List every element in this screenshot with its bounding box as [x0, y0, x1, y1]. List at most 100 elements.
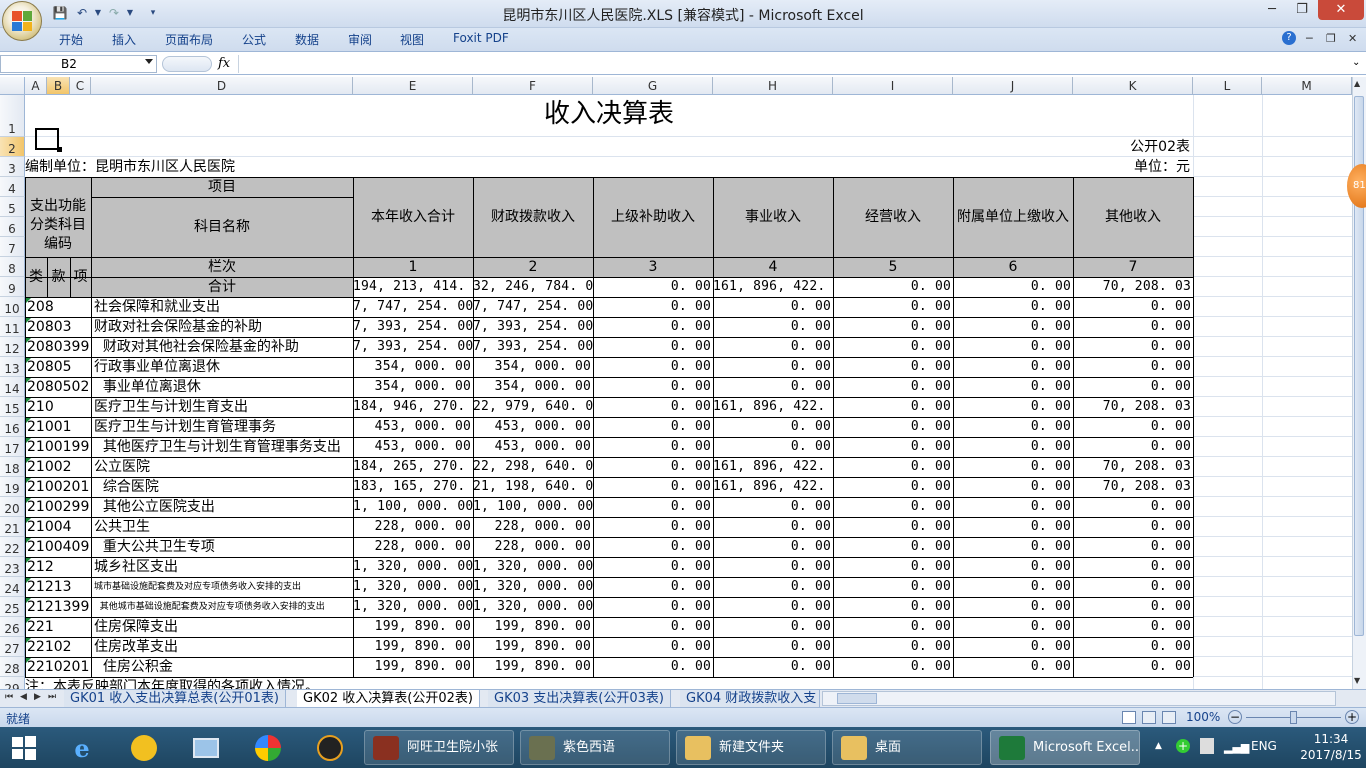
expand-formula-bar-icon[interactable]: ⌄	[1352, 57, 1360, 68]
clock[interactable]: 11:34 2017/8/15	[1296, 731, 1366, 763]
row-header[interactable]: 6	[0, 217, 25, 237]
column-header-h[interactable]: H	[713, 77, 833, 95]
row-header[interactable]: 20	[0, 497, 25, 517]
column-header-j[interactable]: J	[953, 77, 1073, 95]
zoom-level[interactable]: 100%	[1186, 710, 1220, 724]
tab-page-layout[interactable]: 页面布局	[165, 31, 213, 48]
row-header[interactable]: 11	[0, 317, 25, 337]
formula-input[interactable]	[238, 55, 1350, 73]
app-icon[interactable]	[306, 731, 354, 765]
column-header-k[interactable]: K	[1073, 77, 1193, 95]
task-excel[interactable]: Microsoft Excel...	[990, 730, 1140, 765]
name-box-dropdown-icon[interactable]	[145, 59, 153, 64]
normal-view-icon[interactable]	[1122, 711, 1136, 724]
row-header[interactable]: 23	[0, 557, 25, 577]
page-break-view-icon[interactable]	[1162, 711, 1176, 724]
prev-sheet-icon[interactable]: ◀	[20, 692, 27, 702]
undo-dropdown-icon[interactable]: ▼	[90, 5, 106, 21]
row-header[interactable]: 8	[0, 257, 25, 277]
zoom-out-icon[interactable]: −	[1228, 710, 1242, 724]
row-header[interactable]: 28	[0, 657, 25, 677]
column-header-g[interactable]: G	[593, 77, 713, 95]
tab-view[interactable]: 视图	[400, 31, 424, 48]
horizontal-scrollbar[interactable]	[822, 691, 1336, 706]
insert-function-button[interactable]: fx	[218, 56, 230, 71]
row-header[interactable]: 26	[0, 617, 25, 637]
row-header[interactable]: 15	[0, 397, 25, 417]
row-header[interactable]: 10	[0, 297, 25, 317]
row-header[interactable]: 14	[0, 377, 25, 397]
horizontal-scroll-thumb[interactable]	[837, 693, 877, 704]
language-indicator[interactable]: ENG	[1251, 739, 1277, 753]
task-desktop[interactable]: 桌面	[832, 730, 982, 765]
row-header[interactable]: 1	[0, 95, 25, 137]
row-header[interactable]: 16	[0, 417, 25, 437]
row-header[interactable]: 18	[0, 457, 25, 477]
save-icon[interactable]: 💾	[52, 5, 68, 21]
row-header[interactable]: 3	[0, 157, 25, 177]
doc-restore-icon[interactable]: ❐	[1326, 32, 1336, 45]
column-header-d[interactable]: D	[91, 77, 353, 95]
column-header-a[interactable]: A	[25, 77, 47, 95]
row-header[interactable]: 2	[0, 137, 25, 157]
fill-handle[interactable]	[57, 147, 62, 152]
selected-cell[interactable]	[35, 128, 59, 150]
network-icon[interactable]: ▂▄▆	[1224, 741, 1249, 754]
close-button[interactable]: ✕	[1318, 0, 1364, 20]
column-header-i[interactable]: I	[833, 77, 953, 95]
row-header[interactable]: 27	[0, 637, 25, 657]
doc-minimize-icon[interactable]: ─	[1306, 32, 1313, 45]
zoom-slider-thumb[interactable]	[1290, 711, 1297, 724]
tray-expand-icon[interactable]: ▲	[1155, 741, 1162, 751]
task-purple[interactable]: 紫色西语	[520, 730, 670, 765]
redo-icon[interactable]: ↷	[106, 5, 122, 21]
row-header[interactable]: 29	[0, 677, 25, 689]
tab-formulas[interactable]: 公式	[242, 31, 266, 48]
minimize-button[interactable]: ─	[1258, 0, 1286, 20]
row-header[interactable]: 4	[0, 177, 25, 197]
row-header[interactable]: 21	[0, 517, 25, 537]
row-header[interactable]: 19	[0, 477, 25, 497]
column-header-l[interactable]: L	[1193, 77, 1262, 95]
row-header[interactable]: 24	[0, 577, 25, 597]
tab-review[interactable]: 审阅	[348, 31, 372, 48]
column-header-c[interactable]: C	[70, 77, 91, 95]
office-button[interactable]	[2, 1, 42, 41]
ie-icon[interactable]: e	[58, 731, 106, 765]
column-header-e[interactable]: E	[353, 77, 473, 95]
doc-close-icon[interactable]: ✕	[1348, 32, 1357, 45]
customize-qat-icon[interactable]: ▾	[145, 5, 161, 21]
help-icon[interactable]: ?	[1282, 31, 1296, 45]
scroll-up-icon[interactable]: ▲	[1354, 79, 1360, 88]
task-awang[interactable]: 阿旺卫生院小张	[364, 730, 514, 765]
column-header-f[interactable]: F	[473, 77, 593, 95]
start-button[interactable]	[4, 731, 44, 765]
tab-insert[interactable]: 插入	[112, 31, 136, 48]
last-sheet-icon[interactable]: ⏭	[48, 692, 56, 702]
sheet-tab-gk03[interactable]: GK03 支出决算表(公开03表)	[488, 690, 671, 707]
row-header[interactable]: 22	[0, 537, 25, 557]
scroll-down-icon[interactable]: ▼	[1354, 676, 1360, 685]
row-header[interactable]: 5	[0, 197, 25, 217]
redo-dropdown-icon[interactable]: ▼	[122, 5, 138, 21]
task-new-folder[interactable]: 新建文件夹	[676, 730, 826, 765]
row-header[interactable]: 12	[0, 337, 25, 357]
music-player-icon[interactable]	[120, 731, 168, 765]
row-header[interactable]: 17	[0, 437, 25, 457]
name-box[interactable]: B2	[0, 55, 157, 73]
column-header-b[interactable]: B	[47, 77, 70, 95]
sheet-tab-gk02[interactable]: GK02 收入决算表(公开02表)	[297, 690, 480, 707]
row-header[interactable]: 25	[0, 597, 25, 617]
browser-icon[interactable]	[244, 731, 292, 765]
row-header[interactable]: 9	[0, 277, 25, 297]
tab-data[interactable]: 数据	[295, 31, 319, 48]
computer-icon[interactable]	[182, 731, 230, 765]
undo-icon[interactable]: ↶	[74, 5, 90, 21]
column-header-m[interactable]: M	[1262, 77, 1352, 95]
select-all-corner[interactable]	[0, 77, 25, 95]
tab-foxit-pdf[interactable]: Foxit PDF	[453, 31, 509, 45]
page-layout-view-icon[interactable]	[1142, 711, 1156, 724]
first-sheet-icon[interactable]: ⏮	[5, 692, 13, 702]
row-header[interactable]: 7	[0, 237, 25, 257]
restore-button[interactable]: ❐	[1288, 0, 1316, 20]
